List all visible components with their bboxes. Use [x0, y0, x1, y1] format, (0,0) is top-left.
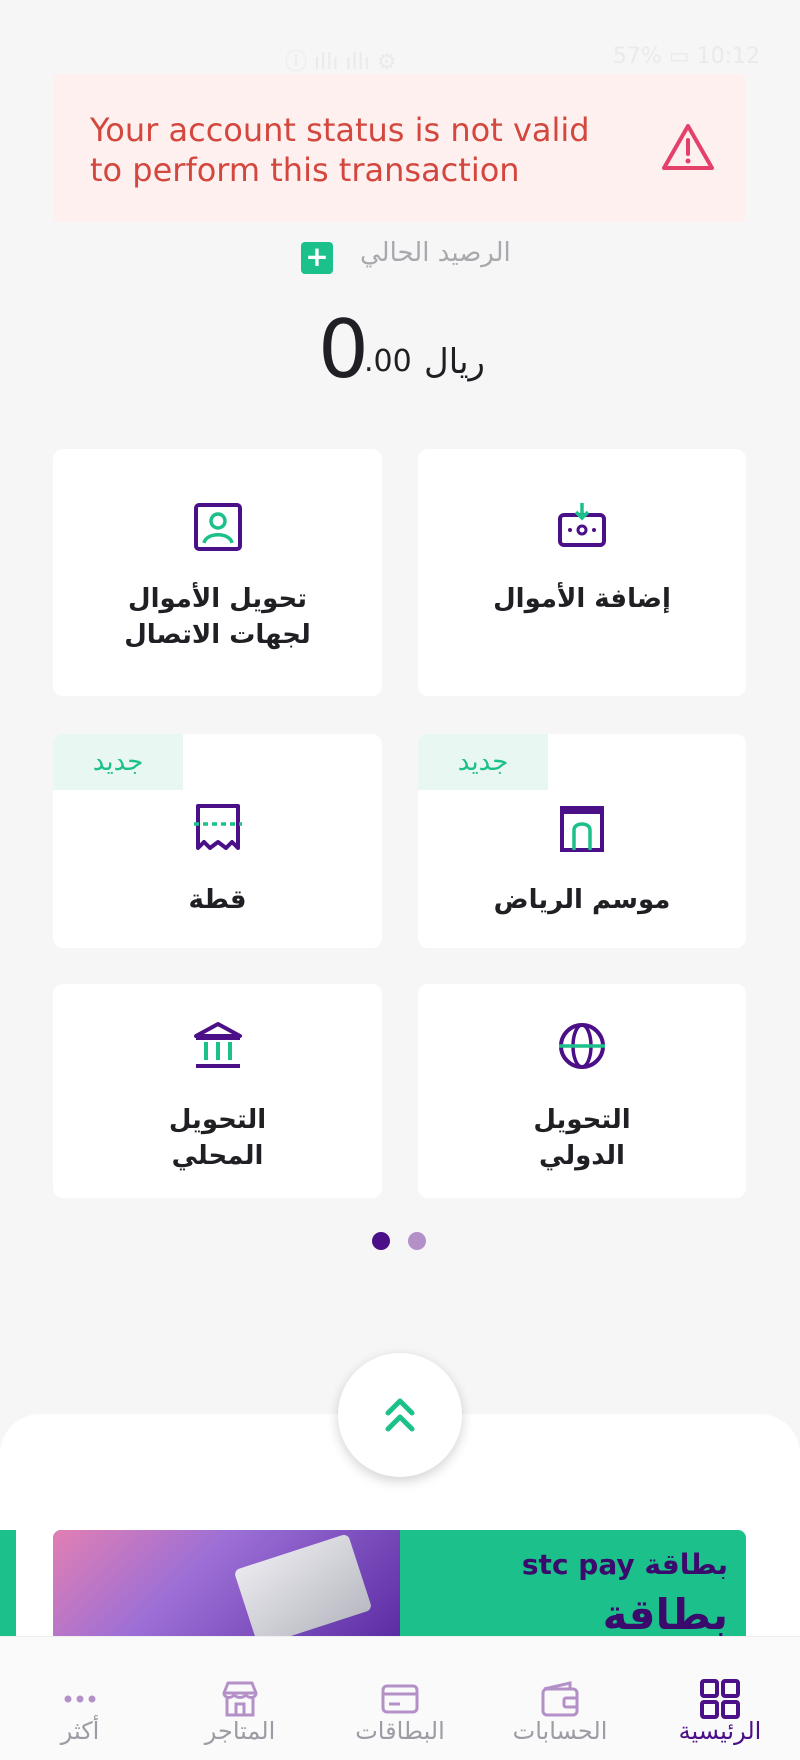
plus-icon: + — [305, 240, 329, 273]
alert-message: Your account status is not valid to perf… — [90, 111, 590, 189]
wallet-icon — [541, 1681, 579, 1717]
banner-subtitle: بطاقة — [602, 1590, 728, 1639]
tile-label: التحويل المحلي — [168, 1105, 267, 1171]
globe-icon — [559, 1023, 605, 1069]
card-icon — [381, 1684, 419, 1714]
tab-stores[interactable]: المتاجر — [160, 1637, 320, 1760]
bank-icon — [193, 1022, 242, 1068]
tile-add-money[interactable]: إضافة الأموال — [418, 449, 746, 696]
double-chevron-up-icon — [385, 1398, 415, 1432]
tile-label: إضافة الأموال — [493, 584, 671, 614]
tab-accounts[interactable]: الحسابات — [480, 1637, 640, 1760]
tile-label: موسم الرياض — [493, 885, 671, 915]
grid-icon — [700, 1679, 740, 1719]
new-badge: جديد — [53, 734, 183, 790]
tile-local-transfer[interactable]: التحويل المحلي — [53, 984, 382, 1198]
contact-transfer-icon — [193, 503, 242, 551]
tile-riyadh-season[interactable]: جديد موسم الرياض — [418, 734, 746, 948]
split-bill-icon — [193, 804, 242, 850]
status-bar: ⓘ ıllı ıllı ⚙ 57% ▭ 10:12 — [0, 0, 800, 75]
tile-contact-transfer[interactable]: تحويل الأموال لجهات الاتصال — [53, 449, 382, 696]
tab-more[interactable]: أكثر — [0, 1637, 160, 1760]
tab-label: الحسابات — [512, 1717, 608, 1745]
tab-label: الرئيسية — [678, 1717, 762, 1745]
tab-cards[interactable]: البطاقات — [320, 1637, 480, 1760]
banner-image — [53, 1530, 400, 1640]
promo-banner[interactable]: بطاقة stc pay بطاقة — [53, 1530, 746, 1640]
add-balance-button[interactable]: + — [301, 242, 333, 274]
tab-label: البطاقات — [355, 1717, 445, 1745]
warning-icon — [662, 124, 714, 170]
balance-decimal: .00 — [364, 344, 412, 379]
tab-home[interactable]: الرئيسية — [640, 1637, 800, 1760]
pagination-dot-2[interactable] — [408, 1232, 426, 1250]
more-icon — [64, 1695, 96, 1703]
tile-label: قطة — [188, 885, 247, 915]
store-icon — [222, 1681, 258, 1717]
balance-label-row: الرصيد الحالي — [0, 236, 800, 276]
add-money-icon — [558, 503, 606, 547]
error-alert: Your account status is not valid to perf… — [53, 74, 746, 222]
balance-integer: 0 — [318, 303, 369, 396]
tab-label: المتاجر — [204, 1717, 276, 1745]
expand-button[interactable] — [338, 1353, 462, 1477]
pagination-dot-1[interactable] — [372, 1232, 390, 1250]
balance-currency: ريال — [424, 342, 485, 382]
riyadh-season-icon — [560, 806, 604, 852]
banner-prev-edge[interactable] — [0, 1530, 16, 1640]
new-badge: جديد — [418, 734, 548, 790]
tile-label: تحويل الأموال لجهات الاتصال — [124, 584, 311, 650]
tile-label: التحويل الدولي — [533, 1105, 631, 1171]
tab-label: أكثر — [60, 1717, 100, 1745]
card-image — [233, 1533, 373, 1640]
balance-label: الرصيد الحالي — [360, 238, 511, 268]
status-right: 57% ▭ 10:12 — [612, 44, 760, 69]
banner-title: بطاقة stc pay — [521, 1548, 728, 1581]
tile-international-transfer[interactable]: التحويل الدولي — [418, 984, 746, 1198]
tile-split-bill[interactable]: جديد قطة — [53, 734, 382, 948]
balance-amount: 0 .00 ريال — [0, 300, 800, 400]
pagination-dots — [372, 1232, 432, 1252]
bottom-tab-bar: الرئيسية الحسابات البطاقات المتاجر أكثر — [0, 1636, 800, 1760]
status-left: ⓘ ıllı ıllı ⚙ — [285, 50, 397, 75]
